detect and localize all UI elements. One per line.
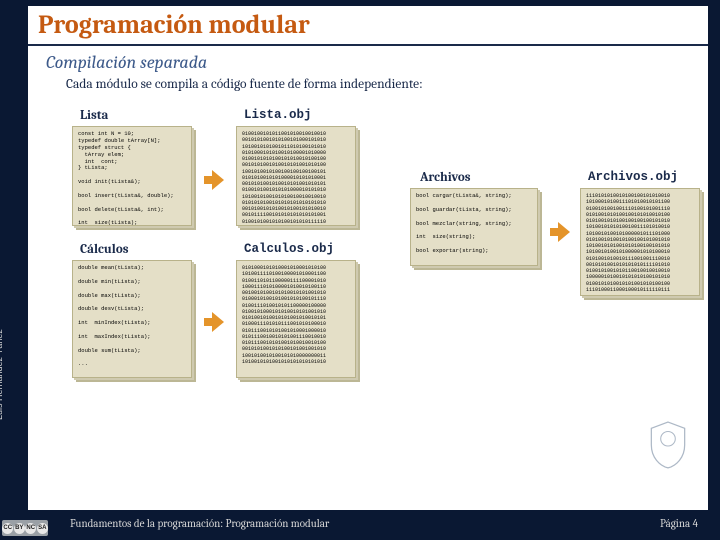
label-archivos-obj: Archivos.obj [588, 170, 678, 184]
cc-icon: CC [2, 523, 13, 534]
footer: Fundamentos de la programación: Programa… [28, 512, 708, 534]
university-crest-icon [646, 420, 690, 470]
code-calculos: double mean(tLista); double min(tLista);… [72, 260, 192, 378]
code-lista: const int N = 10; typedef double tArray[… [72, 126, 192, 226]
label-lista: Lista [80, 108, 108, 123]
section-subtitle: Compilación separada [28, 46, 708, 75]
slide-content: Programación modular Compilación separad… [28, 6, 708, 510]
label-calculos: Cálculos [80, 242, 129, 257]
author-vertical: Luis Hernández Yáñez [0, 329, 4, 420]
code-archivos: bool cargar(tLista&, string); bool guard… [410, 188, 538, 266]
arrow-icon [204, 168, 224, 192]
page-title: Programación modular [28, 6, 708, 46]
bin-archivos-obj: 1110101010010100100101010010 10100010100… [580, 188, 700, 296]
label-calculos-obj: Calculos.obj [244, 242, 334, 256]
page-number: Página 4 [660, 517, 708, 530]
lead-text: Cada módulo se compila a código fuente d… [28, 75, 708, 96]
arrow-icon [204, 310, 224, 334]
cc-by-icon: BY [14, 523, 25, 534]
bin-calculos-obj: 0101000101010001010001010100 10100111101… [236, 260, 356, 378]
label-archivos: Archivos [420, 170, 471, 185]
footer-text: Fundamentos de la programación: Programa… [28, 517, 329, 530]
label-lista-obj: Lista.obj [244, 108, 312, 122]
diagram-area: Lista const int N = 10; typedef double t… [72, 108, 696, 502]
arrow-icon [550, 220, 570, 244]
bin-lista-obj: 0100100101011001010010010010 00101010010… [236, 126, 356, 226]
